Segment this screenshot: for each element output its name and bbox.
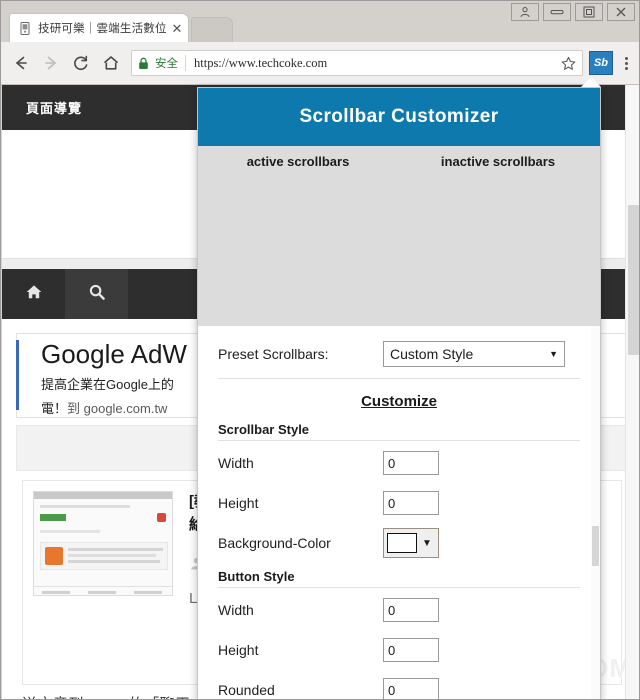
scrollbar-background-color-label: Background-Color [218,535,331,551]
page-scrollbar[interactable] [625,85,639,699]
field-row: Background-Color ▼ [218,523,580,563]
preset-scrollbars-select[interactable]: Custom Style ▼ [383,341,565,367]
chevron-down-icon: ▼ [549,349,558,359]
button-width-input[interactable] [383,598,439,622]
button-height-label: Height [218,642,259,658]
home-icon[interactable] [97,49,125,77]
color-swatch [387,533,417,553]
preview-labels: active scrollbars inactive scrollbars [198,146,600,169]
popup-body: Preset Scrollbars: Custom Style ▼ Custom… [198,326,600,699]
tab-strip: 技研可樂｜雲端生活數位 ✕ [1,1,639,42]
scrollbar-customizer-extension-icon[interactable]: Sb [589,51,613,75]
reload-icon[interactable] [67,49,95,77]
popup-scrollbar[interactable] [591,326,600,699]
site-nav-search[interactable] [65,269,128,319]
preset-scrollbars-value: Custom Style [390,346,474,362]
popup-scrollbar-thumb[interactable] [592,526,599,566]
button-width-label: Width [218,602,254,618]
site-nav-home[interactable] [2,269,65,319]
site-topbar-title: 頁面導覽 [26,101,83,116]
customize-heading: Customize [361,393,437,410]
scrollbar-width-label: Width [218,455,254,471]
scrollbar-customizer-popup: Scrollbar Customizer active scrollbars i… [197,87,601,699]
browser-tab[interactable]: 技研可樂｜雲端生活數位 ✕ [9,13,189,42]
ad-description-dark: 電！ [41,400,68,416]
new-tab-button[interactable] [191,17,233,42]
forward-icon[interactable] [37,49,65,77]
article-thumbnail [33,491,173,596]
window-controls [511,3,635,21]
search-icon [88,283,106,306]
extension-icon-label: Sb [593,57,609,69]
chevron-down-icon: ▼ [422,537,432,549]
page-scrollbar-thumb[interactable] [628,205,639,355]
ad-description-gray: 到 google.com.tw [67,400,168,416]
ad-accent-bar [16,340,19,410]
home-icon [25,283,43,306]
maximize-icon[interactable] [575,3,603,21]
button-rounded-input[interactable] [383,678,439,699]
preset-scrollbars-row: Preset Scrollbars: Custom Style ▼ [218,326,580,372]
popup-header: Scrollbar Customizer [198,88,600,146]
scrollbar-height-input[interactable] [383,491,439,515]
lock-icon [138,57,150,70]
field-row: Width [218,443,580,483]
field-row: Height [218,630,580,670]
scrollbar-height-label: Height [218,495,259,511]
close-icon[interactable] [607,3,635,21]
scrollbar-preview-panel: active scrollbars inactive scrollbars [198,146,600,326]
preview-active-label: active scrollbars [246,154,350,169]
section-heading-scrollbar-style: Scrollbar Style [218,422,580,441]
minimize-icon[interactable] [543,3,571,21]
button-height-input[interactable] [383,638,439,662]
tab-favicon-icon [18,21,32,35]
scrollbar-width-input[interactable] [383,451,439,475]
article-paragraph-line-1: 送文章到 LINE 的「聊天 [22,693,191,699]
address-bar[interactable]: 安全 https://www.techcoke.com [131,50,583,76]
field-row: Width [218,590,580,630]
scrollbar-background-color-picker[interactable]: ▼ [383,528,439,558]
secure-label: 安全 [155,58,178,70]
popup-divider [218,378,580,379]
bookmark-star-icon[interactable] [560,56,576,71]
popup-title: Scrollbar Customizer [299,106,499,127]
address-bar-url[interactable]: https://www.techcoke.com [194,56,560,71]
browser-window: 技研可樂｜雲端生活數位 ✕ 安全 https://www.techcoke.co… [0,0,640,700]
tab-title: 技研可樂｜雲端生活數位 [38,23,167,35]
preset-scrollbars-label: Preset Scrollbars: [218,346,329,362]
back-icon[interactable] [7,49,35,77]
field-row: Rounded [218,670,580,699]
browser-menu-icon[interactable] [617,56,635,70]
preview-inactive-label: inactive scrollbars [440,154,556,169]
popup-arrow [581,77,601,87]
tab-close-icon[interactable]: ✕ [170,22,184,35]
section-heading-button-style: Button Style [218,569,580,588]
button-rounded-label: Rounded [218,682,275,698]
field-row: Height [218,483,580,523]
browser-toolbar: 安全 https://www.techcoke.com Sb [1,42,639,85]
omnibox-divider [185,55,186,71]
profile-icon[interactable] [511,3,539,21]
